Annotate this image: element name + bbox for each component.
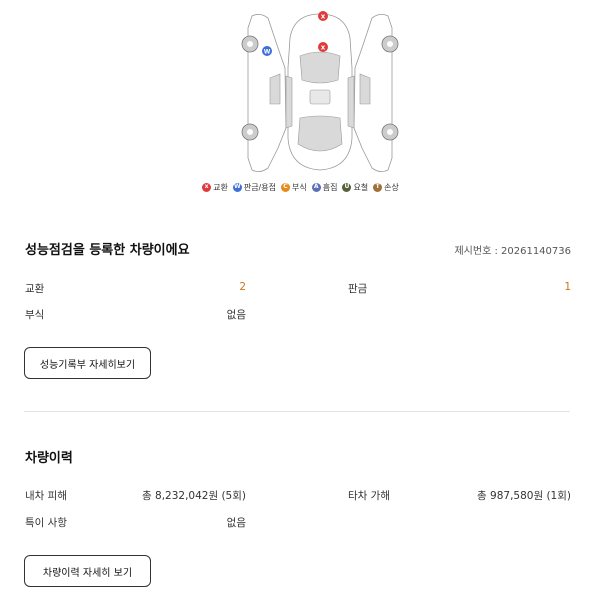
legend-exchange: x 교환 (202, 182, 228, 193)
svg-text:x: x (321, 44, 326, 52)
reference-number: 제시번호 : 20261140736 (454, 246, 571, 257)
inspection-detail-button[interactable]: 성능기록부 자세히보기 (24, 347, 151, 379)
panel-label: 판금 (348, 283, 368, 295)
corrosion-label: 부식 (25, 309, 45, 321)
left-door-glass (269, 73, 281, 105)
damage-legend: x 교환 W 판금/용접 C 부식 A 흠집 U 요철 T 손상 (0, 181, 601, 193)
car-damage-diagram: x x W (241, 11, 399, 172)
section-divider (24, 411, 570, 412)
damage-icon: T (373, 182, 383, 192)
rear-window (297, 115, 343, 152)
own-damage-label: 내차 피해 (25, 490, 67, 502)
legend-damage: T 손상 (373, 182, 399, 193)
right-door-glass (359, 73, 371, 105)
exchange-value: 2 (239, 281, 246, 293)
inspection-title: 성능점검을 등록한 차량이에요 (25, 243, 190, 258)
exchange-label: 교환 (25, 283, 45, 295)
other-damage-value: 총 987,580원 (1회) (477, 490, 571, 502)
other-damage-label: 타차 가해 (348, 490, 390, 502)
dent-icon: U (342, 182, 352, 192)
special-notes-label: 특이 사항 (25, 517, 67, 529)
corrosion-value: 없음 (226, 309, 246, 321)
legend-corrosion: C 부식 (280, 182, 307, 193)
legend-panel-weld: W 판금/용접 (232, 182, 276, 192)
panel-weld-icon: W (232, 182, 242, 192)
exchange-icon: x (202, 182, 212, 192)
panel-value: 1 (564, 281, 571, 293)
scratch-icon: A (311, 182, 321, 192)
history-title: 차량이력 (25, 451, 73, 466)
svg-text:W: W (264, 49, 271, 56)
own-damage-value: 총 8,232,042원 (5회) (142, 490, 246, 502)
right-pillar (347, 75, 355, 129)
history-detail-button[interactable]: 차량이력 자세히 보기 (24, 555, 151, 587)
corrosion-icon: C (280, 182, 290, 192)
left-pillar (285, 75, 293, 129)
legend-dent: U 요철 (342, 182, 368, 193)
svg-text:x: x (321, 13, 326, 21)
sunroof (309, 89, 331, 105)
special-notes-value: 없음 (226, 517, 246, 529)
legend-scratch: A 흠집 (311, 182, 337, 193)
windshield (299, 51, 341, 84)
